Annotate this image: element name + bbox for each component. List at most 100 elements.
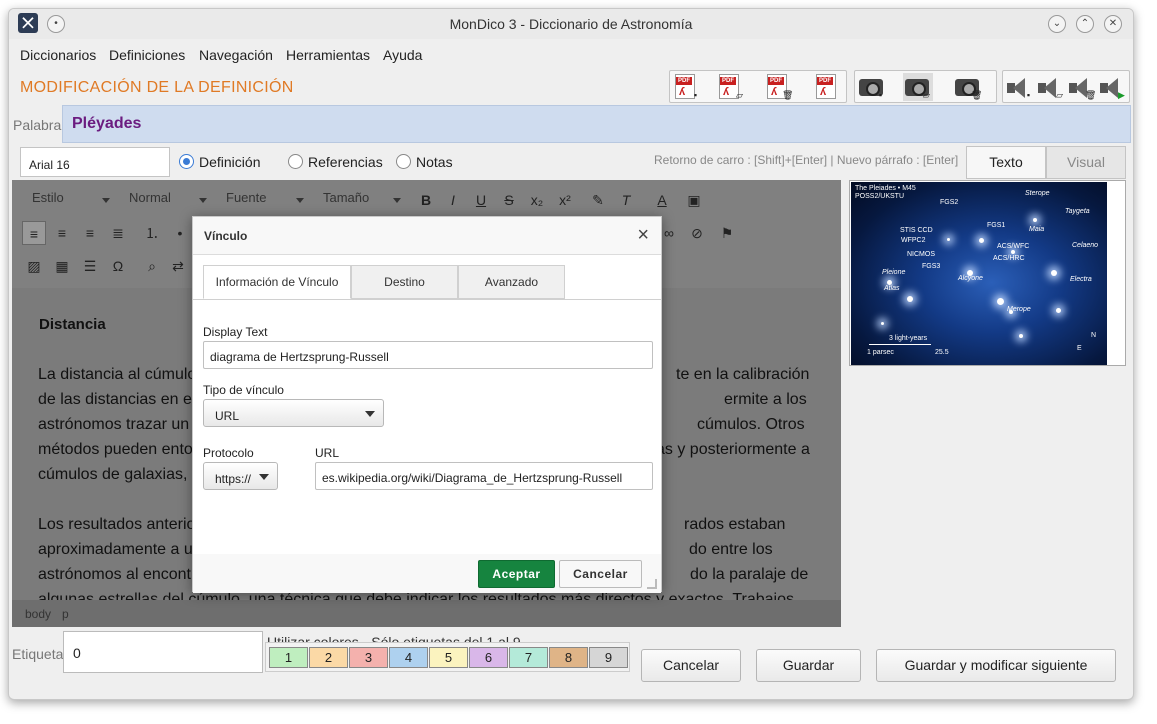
- resize-grip-icon[interactable]: [647, 579, 657, 589]
- color-tag-8[interactable]: 8: [549, 647, 588, 668]
- star-label: Taygeta: [1065, 208, 1090, 215]
- content-line: astrónomos al encontr: [38, 566, 197, 583]
- menu-ayuda[interactable]: Ayuda: [383, 47, 422, 63]
- horizontal-line-icon[interactable]: ☰: [78, 254, 102, 278]
- accept-button[interactable]: Aceptar: [478, 560, 555, 588]
- numbered-list-icon[interactable]: ⒈: [140, 221, 164, 245]
- image-icon[interactable]: ▨: [22, 254, 46, 278]
- menu-bar: Diccionarios Definiciones Navegación Her…: [9, 39, 1133, 69]
- style-combo[interactable]: Estilo: [32, 190, 112, 212]
- tab-texto[interactable]: Texto: [966, 146, 1046, 179]
- color-tag-2[interactable]: 2: [309, 647, 348, 668]
- instrument-label: FGS3: [922, 263, 941, 270]
- image-open-icon[interactable]: ▱: [903, 73, 933, 101]
- star: [979, 238, 984, 243]
- superscript-icon[interactable]: x²: [553, 188, 577, 212]
- align-left-icon[interactable]: ≡: [22, 221, 46, 245]
- size-combo[interactable]: Tamaño: [323, 190, 403, 212]
- color-tag-1[interactable]: 1: [269, 647, 308, 668]
- align-right-icon[interactable]: ≡: [78, 221, 102, 245]
- image-save-icon[interactable]: ▪: [857, 73, 887, 101]
- content-line: métodos pueden ento: [38, 441, 193, 458]
- radio-definicion-indicator: [179, 154, 194, 169]
- url-input[interactable]: es.wikipedia.org/wiki/Diagrama_de_Hertzs…: [315, 462, 653, 490]
- instrument-label: FGS1: [987, 222, 1006, 229]
- link-type-select[interactable]: URL: [203, 399, 384, 427]
- instrument-label: ACS/WFC: [997, 243, 1030, 250]
- color-tag-3[interactable]: 3: [349, 647, 388, 668]
- path-body[interactable]: body: [25, 607, 51, 621]
- bold-icon[interactable]: B: [414, 188, 438, 212]
- tag-input[interactable]: 0: [63, 631, 263, 673]
- word-field[interactable]: Pléyades: [62, 105, 1131, 143]
- content-heading: Distancia: [39, 316, 106, 333]
- subscript-icon[interactable]: x₂: [525, 188, 549, 212]
- table-icon[interactable]: ▦: [50, 254, 74, 278]
- cancel-button[interactable]: Cancelar: [641, 649, 741, 682]
- text-color-icon[interactable]: A: [650, 188, 674, 212]
- audio-play-icon[interactable]: ▶: [1098, 73, 1128, 101]
- content-line: cúmulos de galaxias, y: [38, 466, 200, 483]
- radio-definicion-label: Definición: [199, 154, 261, 170]
- save-and-next-button[interactable]: Guardar y modificar siguiente: [876, 649, 1116, 682]
- close-window-button[interactable]: ✕: [1104, 15, 1122, 33]
- audio-open-icon[interactable]: ▱: [1036, 73, 1066, 101]
- pdf-open-icon[interactable]: PDF ʎ ▱: [716, 73, 746, 101]
- menu-navegacion[interactable]: Navegación: [199, 47, 273, 63]
- unlink-icon[interactable]: ⊘: [685, 221, 709, 245]
- audio-delete-icon[interactable]: 🗑: [1067, 73, 1097, 101]
- menu-diccionarios[interactable]: Diccionarios: [20, 47, 96, 63]
- pdf-view-icon[interactable]: PDF ʎ: [813, 73, 843, 101]
- color-tag-9[interactable]: 9: [589, 647, 628, 668]
- radio-referencias-indicator: [288, 154, 303, 169]
- close-icon[interactable]: ×: [637, 225, 649, 245]
- menu-herramientas[interactable]: Herramientas: [286, 47, 370, 63]
- protocol-select[interactable]: https://: [203, 462, 278, 490]
- image-delete-icon[interactable]: 🗑: [953, 73, 983, 101]
- font-combo[interactable]: Fuente: [226, 190, 306, 212]
- audio-save-icon[interactable]: ▪: [1005, 73, 1035, 101]
- anchor-flag-icon[interactable]: ⚑: [715, 221, 739, 245]
- minimize-button[interactable]: ⌄: [1048, 15, 1066, 33]
- color-tag-4[interactable]: 4: [389, 647, 428, 668]
- find-icon[interactable]: ⌕: [140, 254, 164, 278]
- pdf-save-icon[interactable]: PDF ʎ ▪: [672, 73, 702, 101]
- instrument-label: STIS CCD: [900, 227, 933, 234]
- align-center-icon[interactable]: ≡: [50, 221, 74, 245]
- content-line-right: do entre los: [689, 541, 773, 558]
- display-text-input[interactable]: diagrama de Hertzsprung-Russell: [203, 341, 653, 369]
- window-title: MonDico 3 - Diccionario de Astronomía: [449, 16, 693, 32]
- save-button[interactable]: Guardar: [756, 649, 861, 682]
- color-tag-5[interactable]: 5: [429, 647, 468, 668]
- strikethrough-icon[interactable]: S: [497, 188, 521, 212]
- font-field[interactable]: Arial 16: [20, 147, 170, 177]
- tab-link-info[interactable]: Información de Vínculo: [203, 265, 351, 299]
- color-tag-7[interactable]: 7: [509, 647, 548, 668]
- bullet-list-icon[interactable]: •: [168, 221, 192, 245]
- tab-target[interactable]: Destino: [351, 265, 458, 299]
- image-preview[interactable]: The Pleiades • M45 POSS2/UKSTU Sterope T…: [849, 180, 1126, 366]
- underline-icon[interactable]: U: [469, 188, 493, 212]
- italic-icon[interactable]: I: [441, 188, 465, 212]
- menu-definiciones[interactable]: Definiciones: [109, 47, 185, 63]
- align-justify-icon[interactable]: ≣: [106, 221, 130, 245]
- replace-icon[interactable]: ⇄: [166, 254, 190, 278]
- background-color-icon[interactable]: ▣: [682, 188, 706, 212]
- format-combo[interactable]: Normal: [129, 190, 209, 212]
- star-label: Merope: [1007, 306, 1031, 313]
- path-p[interactable]: p: [62, 607, 69, 621]
- image-caption-2: POSS2/UKSTU: [855, 193, 905, 200]
- maximize-button[interactable]: ⌃: [1076, 15, 1094, 33]
- pdf-delete-icon[interactable]: PDF ʎ 🗑: [764, 73, 794, 101]
- format-painter-icon[interactable]: ✎: [586, 188, 610, 212]
- north-label: N: [1091, 332, 1097, 339]
- clear-format-icon[interactable]: T: [614, 188, 638, 212]
- content-line: astrónomos trazar un: [38, 416, 190, 433]
- keyboard-hint: Retorno de carro : [Shift]+[Enter] | Nue…: [654, 153, 959, 167]
- tab-visual[interactable]: Visual: [1046, 146, 1126, 179]
- color-tag-6[interactable]: 6: [469, 647, 508, 668]
- word-label: Palabra: [13, 117, 62, 133]
- tab-advanced[interactable]: Avanzado: [458, 265, 565, 299]
- dialog-cancel-button[interactable]: Cancelar: [559, 560, 642, 588]
- special-char-icon[interactable]: Ω: [106, 254, 130, 278]
